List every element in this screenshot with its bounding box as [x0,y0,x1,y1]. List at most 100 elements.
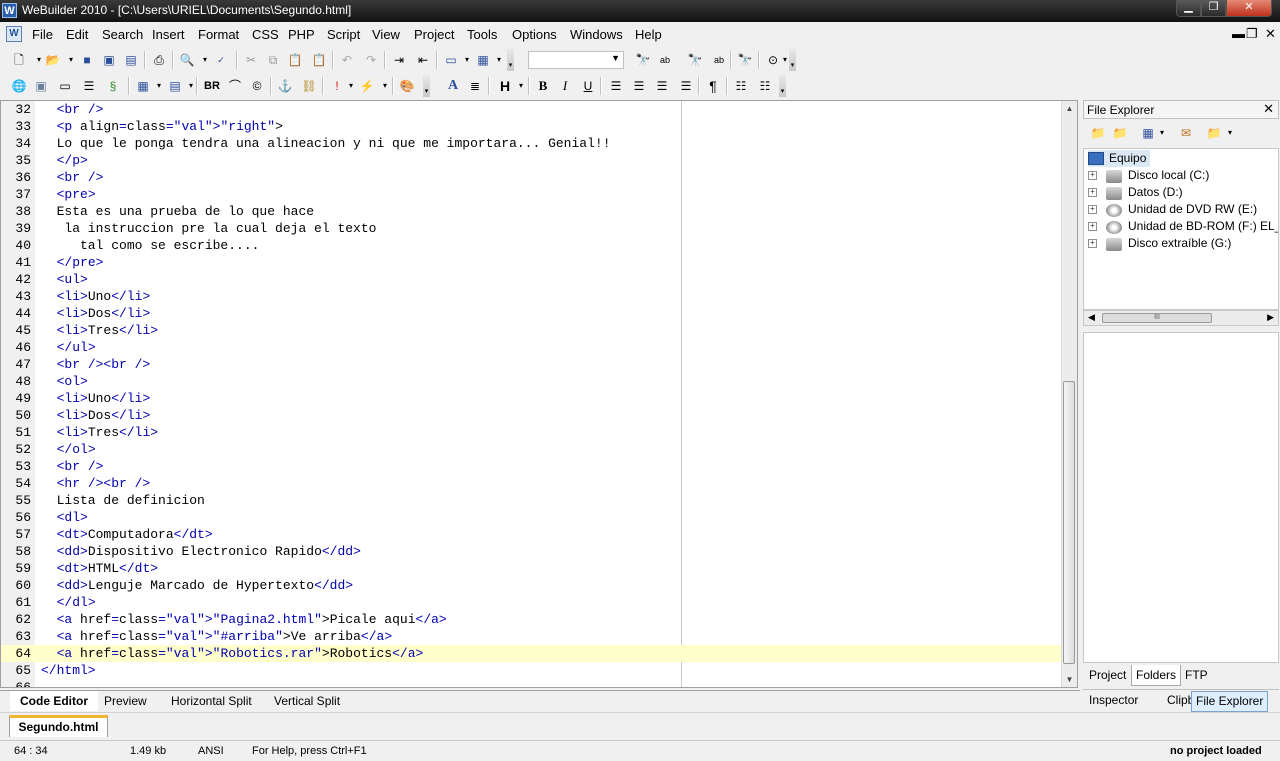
expand-icon[interactable]: + [1088,171,1097,180]
globe-link-icon[interactable]: 🌐 [10,77,28,95]
save-all-icon[interactable]: ▣ [100,51,118,69]
expand-icon[interactable]: + [1088,222,1097,231]
scroll-right-icon[interactable]: ▶ [1267,312,1274,323]
expand-icon[interactable]: + [1088,188,1097,197]
tree-item-drive[interactable]: + Unidad de DVD RW (E:) [1084,201,1278,218]
paragraph-button[interactable]: ¶ [704,77,722,95]
code-line[interactable]: 42 <ul> [1,271,1063,288]
panels-dropdown-icon[interactable]: ▾ [490,51,508,69]
vertical-scrollbar[interactable]: ▲ ▼ [1061,101,1077,687]
code-line[interactable]: 63 <a href=class="val">"#arriba">Ve arri… [1,628,1063,645]
tab-horizontal-split[interactable]: Horizontal Split [171,691,252,711]
open-folder-icon[interactable]: 📂 [44,51,62,69]
special-chars-icon[interactable]: § [104,77,122,95]
code-line[interactable]: 37 <pre> [1,186,1063,203]
tab-preview[interactable]: Preview [104,691,147,711]
find-icon[interactable]: 🔭 [634,51,652,69]
file-list[interactable] [1083,332,1279,663]
menu-script[interactable]: Script [327,27,360,42]
ordered-list-icon[interactable]: ☷ [756,77,774,95]
copy-icon[interactable]: ⧉ [264,51,282,69]
tab-ftp[interactable]: FTP [1181,665,1212,685]
scroll-up-icon[interactable]: ▲ [1062,101,1077,116]
mdi-close-button[interactable]: ✕ [1265,26,1276,42]
close-panel-icon[interactable]: ✕ [1263,101,1274,117]
code-line[interactable]: 60 <dd>Lenguje Marcado de Hypertexto</dd… [1,577,1063,594]
menu-edit[interactable]: Edit [66,27,88,42]
menu-search[interactable]: Search [102,27,143,42]
menu-css[interactable]: CSS [252,27,279,42]
italic-button[interactable]: I [556,77,574,95]
folder-up-icon[interactable]: 📁 [1089,124,1107,142]
redo-icon[interactable]: ↷ [362,51,380,69]
code-line[interactable]: 51 <li>Tres</li> [1,424,1063,441]
anchor-icon[interactable]: ⚓ [276,77,294,95]
image-icon[interactable]: ▣ [32,77,50,95]
cut-icon[interactable]: ✂ [242,51,260,69]
code-line[interactable]: 49 <li>Uno</li> [1,390,1063,407]
code-line[interactable]: 54 <hr /><br /> [1,475,1063,492]
menu-file[interactable]: File [32,27,53,42]
menu-tools[interactable]: Tools [467,27,497,42]
outdent-icon[interactable]: ⇤ [414,51,432,69]
menu-view[interactable]: View [372,27,400,42]
menu-help[interactable]: Help [635,27,662,42]
menu-php[interactable]: PHP [288,27,315,42]
code-line[interactable]: 36 <br /> [1,169,1063,186]
code-line[interactable]: 53 <br /> [1,458,1063,475]
print-icon[interactable]: ⎙ [150,51,168,69]
indent-icon[interactable]: ⇥ [390,51,408,69]
nbsp-icon[interactable]: ⌒ [226,77,244,95]
code-line[interactable]: 33 <p align=class="val">"right"> [1,118,1063,135]
save-as-icon[interactable]: ▤ [122,51,140,69]
font-combo[interactable]: ▼ [528,51,624,69]
code-line[interactable]: 43 <li>Uno</li> [1,288,1063,305]
code-line[interactable]: 55 Lista de definicion [1,492,1063,509]
tree-item-drive[interactable]: + Disco local (C:) [1084,167,1278,184]
code-line[interactable]: 40 tal como se escribe.... [1,237,1063,254]
code-line[interactable]: 41 </pre> [1,254,1063,271]
wand-icon[interactable]: ⚡ [358,77,376,95]
combo-dropdown-icon[interactable]: ▼ [611,53,620,63]
code-line[interactable]: 57 <dt>Computadora</dt> [1,526,1063,543]
code-line[interactable]: 58 <dd>Dispositivo Electronico Rapido</d… [1,543,1063,560]
code-line[interactable]: 34 Lo que le ponga tendra una alineacion… [1,135,1063,152]
list-icon[interactable]: ☰ [80,77,98,95]
hscroll-thumb[interactable]: III [1102,313,1212,323]
align-left-icon[interactable]: ☰ [607,77,625,95]
paste-special-icon[interactable]: 📋 [310,51,328,69]
menu-windows[interactable]: Windows [570,27,623,42]
code-line[interactable]: 59 <dt>HTML</dt> [1,560,1063,577]
font-button[interactable]: A [444,77,462,95]
tab-folders[interactable]: Folders [1131,665,1182,686]
code-line[interactable]: 35 </p> [1,152,1063,169]
document-icon[interactable]: W [6,26,22,42]
color-palette-icon[interactable]: 🎨 [398,77,416,95]
app-icon[interactable]: W [2,3,17,18]
br-button[interactable]: BR [202,77,222,95]
toolbar-grip-icon[interactable]: ▾ [423,75,430,97]
mdi-minimize-button[interactable]: ▬ [1232,26,1245,41]
code-line[interactable]: 65 </html> [1,662,1063,679]
code-line[interactable]: 62 <a href=class="val">"Pagina2.html">Pi… [1,611,1063,628]
scroll-down-icon[interactable]: ▼ [1062,672,1077,687]
code-line[interactable]: 48 <ol> [1,373,1063,390]
align-justify-icon[interactable]: ☰ [677,77,695,95]
replace-in-files-icon[interactable]: ab [710,51,728,69]
tree-item-drive[interactable]: + Disco extraíble (G:) [1084,235,1278,252]
file-tree-hscrollbar[interactable]: ◀ III ▶ [1083,310,1279,326]
close-window-button[interactable]: ✕ [1226,0,1272,17]
expand-icon[interactable]: + [1088,239,1097,248]
code-line[interactable]: 56 <dl> [1,509,1063,526]
align-right-icon[interactable]: ☰ [653,77,671,95]
tab-inspector[interactable]: Inspector [1085,691,1142,710]
tab-code-editor[interactable]: Code Editor [10,691,98,711]
tree-item-drive[interactable]: + Unidad de BD-ROM (F:) EL_SEN [1084,218,1278,235]
code-line[interactable]: 46 </ul> [1,339,1063,356]
code-line[interactable]: 39 la instruccion pre la cual deja el te… [1,220,1063,237]
search-next-icon[interactable]: 🔭 [736,51,754,69]
code-line[interactable]: 66 [1,679,1063,687]
spellcheck-icon[interactable]: ✓ [212,51,230,69]
mdi-restore-button[interactable]: ❐ [1246,26,1258,42]
code-line[interactable]: 45 <li>Tres</li> [1,322,1063,339]
